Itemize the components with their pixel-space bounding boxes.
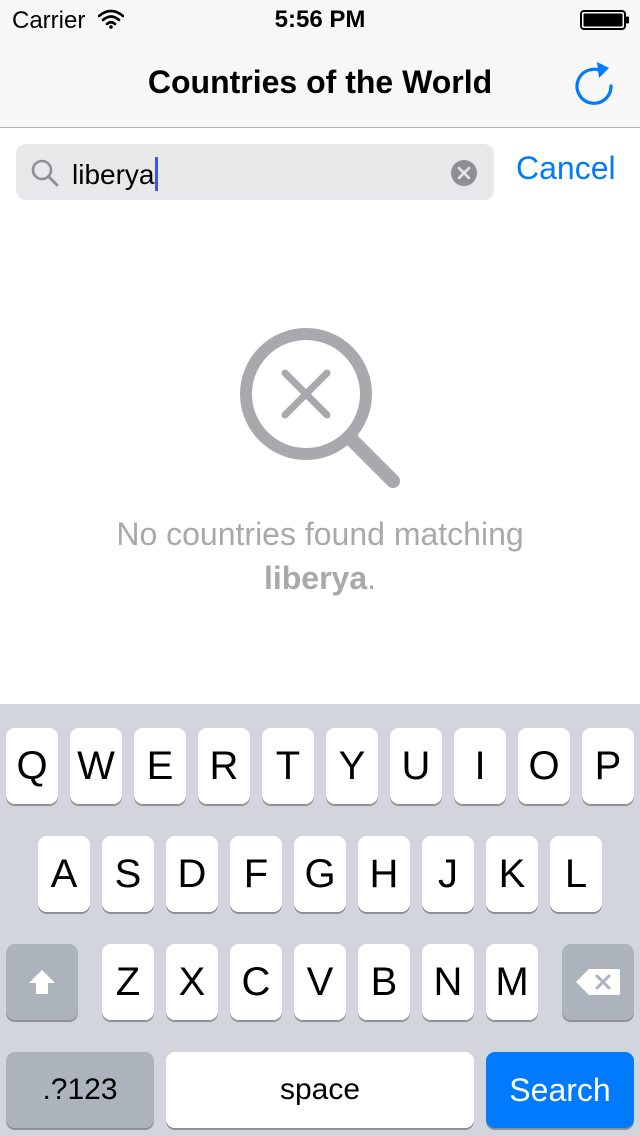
empty-message-prefix: No countries found matching — [116, 516, 524, 552]
key-c[interactable]: C — [230, 944, 282, 1020]
key-k[interactable]: K — [486, 836, 538, 912]
search-key[interactable]: Search — [486, 1052, 634, 1128]
key-l[interactable]: L — [550, 836, 602, 912]
key-j[interactable]: J — [422, 836, 474, 912]
shift-icon — [29, 970, 55, 994]
text-caret — [155, 157, 159, 191]
key-n[interactable]: N — [422, 944, 474, 1020]
key-b[interactable]: B — [358, 944, 410, 1020]
key-s[interactable]: S — [102, 836, 154, 912]
clear-icon[interactable] — [450, 159, 478, 187]
nav-bar: Countries of the World — [0, 40, 640, 128]
key-m[interactable]: M — [486, 944, 538, 1020]
key-v[interactable]: V — [294, 944, 346, 1020]
empty-message-query: liberya — [263, 560, 368, 596]
key-t[interactable]: T — [262, 728, 314, 804]
search-input-value: liberya — [72, 157, 159, 191]
key-r[interactable]: R — [198, 728, 250, 804]
key-z[interactable]: Z — [102, 944, 154, 1020]
key-x[interactable]: X — [166, 944, 218, 1020]
key-y[interactable]: Y — [326, 728, 378, 804]
key-u[interactable]: U — [390, 728, 442, 804]
battery-icon — [580, 10, 629, 30]
key-i[interactable]: I — [454, 728, 506, 804]
key-a[interactable]: A — [38, 836, 90, 912]
page-title: Countries of the World — [147, 64, 493, 100]
no-results-magnifier-icon — [240, 328, 400, 488]
key-d[interactable]: D — [166, 836, 218, 912]
numbers-key[interactable]: .?123 — [6, 1052, 154, 1128]
shift-key[interactable] — [6, 944, 78, 1020]
empty-state-message: No countries found matching liberya. — [0, 512, 640, 600]
keyboard: Q W E R T Y U I O P A S D F G H J K L Z … — [0, 704, 640, 1136]
status-bar: Carrier 5:56 PM — [0, 0, 640, 40]
key-w[interactable]: W — [70, 728, 122, 804]
status-time: 5:56 PM — [274, 6, 366, 33]
key-f[interactable]: F — [230, 836, 282, 912]
key-g[interactable]: G — [294, 836, 346, 912]
space-key[interactable]: space — [166, 1052, 474, 1128]
backspace-icon — [576, 969, 620, 995]
search-icon — [31, 159, 59, 187]
key-e[interactable]: E — [134, 728, 186, 804]
key-o[interactable]: O — [518, 728, 570, 804]
key-q[interactable]: Q — [6, 728, 58, 804]
empty-message-suffix: . — [367, 560, 377, 596]
delete-key[interactable] — [562, 944, 634, 1020]
key-p[interactable]: P — [582, 728, 634, 804]
refresh-icon[interactable] — [568, 58, 620, 110]
search-input[interactable]: liberya — [16, 144, 494, 200]
key-h[interactable]: H — [358, 836, 410, 912]
cancel-button[interactable]: Cancel — [516, 150, 616, 187]
